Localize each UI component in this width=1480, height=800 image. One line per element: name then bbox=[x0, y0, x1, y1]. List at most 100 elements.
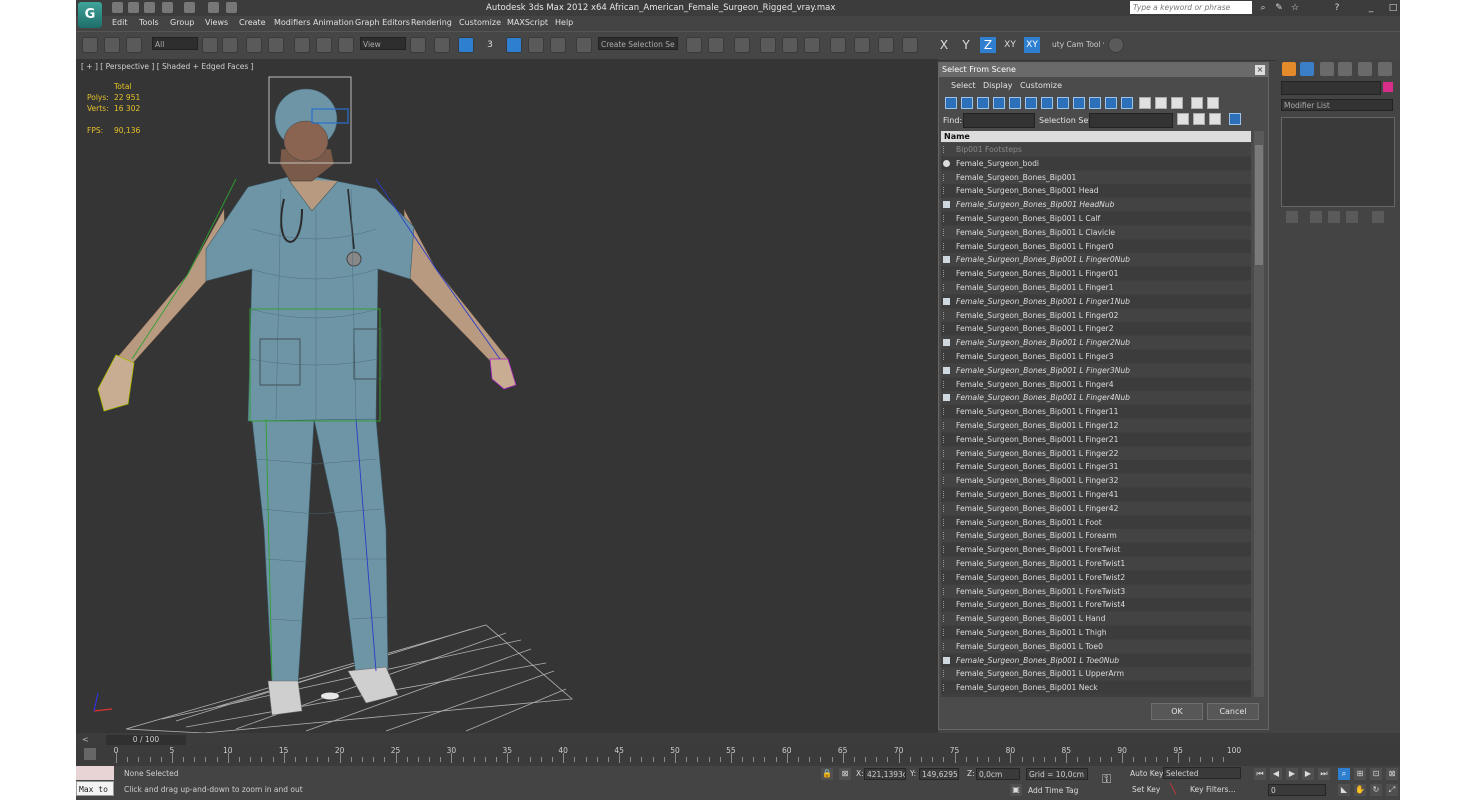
menu-animation[interactable]: Animation bbox=[313, 18, 354, 27]
new-file-icon[interactable] bbox=[112, 2, 123, 13]
pin-stack-icon[interactable] bbox=[1286, 211, 1298, 223]
list-scrollbar[interactable] bbox=[1254, 131, 1264, 697]
link-icon[interactable] bbox=[82, 37, 98, 53]
list-item[interactable]: Female_Surgeon_Bones_Bip001 L Finger4 bbox=[941, 377, 1251, 391]
slider-prev-icon[interactable]: < bbox=[82, 735, 89, 744]
z-coord-field[interactable]: 0,0cm bbox=[976, 768, 1020, 780]
schematic-view-icon[interactable] bbox=[804, 37, 820, 53]
find-input[interactable] bbox=[963, 113, 1035, 128]
key-filters-button[interactable]: Key Filters... bbox=[1190, 785, 1236, 794]
list-item[interactable]: Female_Surgeon_Bones_Bip001 L Toe0Nub bbox=[941, 653, 1251, 667]
x-coord-field[interactable]: 421,1393c bbox=[864, 768, 906, 780]
list-item[interactable]: Female_Surgeon_Bones_Bip001 L Finger0 bbox=[941, 239, 1251, 253]
set-key-icon[interactable]: ⚿ bbox=[1102, 772, 1111, 787]
dialog-menu-select[interactable]: Select bbox=[951, 81, 976, 90]
hierarchy-tab-icon[interactable] bbox=[1320, 62, 1334, 76]
cam-tool-button[interactable]: uty Cam Tool v bbox=[1052, 37, 1104, 53]
list-item[interactable]: Female_Surgeon_Bones_Bip001 L Finger4Nub bbox=[941, 391, 1251, 405]
axis-z-button[interactable]: Z bbox=[980, 37, 996, 53]
absolute-mode-icon[interactable]: ⊠ bbox=[839, 768, 851, 780]
filter-xrefs-icon[interactable] bbox=[1057, 97, 1069, 109]
perspective-viewport[interactable]: [ + ] [ Perspective ] [ Shaded + Edged F… bbox=[76, 59, 938, 733]
list-item[interactable]: Female_Surgeon_Bones_Bip001 HeadNub bbox=[941, 198, 1251, 212]
selection-lock-icon[interactable]: 🔒 bbox=[821, 768, 833, 780]
time-slider[interactable]: < > bbox=[76, 733, 1400, 745]
pivot-center-icon[interactable] bbox=[410, 37, 426, 53]
go-to-start-icon[interactable]: ⏮ bbox=[1254, 768, 1266, 780]
filter-cameras-icon[interactable] bbox=[993, 97, 1005, 109]
list-item[interactable]: Female_Surgeon_Bones_Bip001 L Finger02 bbox=[941, 308, 1251, 322]
list-item[interactable]: Female_Surgeon_Bones_Bip001 L ForeTwist1 bbox=[941, 557, 1251, 570]
list-item[interactable]: Female_Surgeon_Bones_Bip001 L Finger3 bbox=[941, 350, 1251, 363]
current-frame-field[interactable]: 0 bbox=[1268, 784, 1326, 796]
menu-help[interactable]: Help bbox=[555, 18, 573, 27]
bind-space-warp-icon[interactable] bbox=[126, 37, 142, 53]
menu-maxscript[interactable]: MAXScript bbox=[507, 18, 548, 27]
filter-groups-icon[interactable] bbox=[1041, 97, 1053, 109]
axis-xy-cycle-button[interactable]: XY bbox=[1024, 37, 1040, 53]
binoculars-icon[interactable]: ⌕ bbox=[1258, 3, 1268, 13]
window-crossing-icon[interactable] bbox=[268, 37, 284, 53]
rotate-icon[interactable] bbox=[316, 37, 332, 53]
track-bar[interactable]: 0 5 10 15 20 25 30 35 40 45 50 55 60 65 70 75 80 85 90 95 10… bbox=[76, 745, 1400, 766]
column-header-name[interactable]: Name bbox=[941, 131, 1251, 142]
list-item[interactable]: Female_Surgeon_Bones_Bip001 L Finger42 bbox=[941, 501, 1251, 515]
axis-x-button[interactable]: X bbox=[936, 37, 952, 53]
axis-xy-button[interactable]: XY bbox=[1002, 37, 1018, 53]
named-selection-dropdown[interactable]: Create Selection Se bbox=[598, 37, 678, 50]
list-item[interactable]: Female_Surgeon_Bones_Bip001 L Finger11 bbox=[941, 405, 1251, 419]
list-item[interactable]: Female_Surgeon_Bones_Bip001 L ForeTwist bbox=[941, 543, 1251, 557]
render-production-icon[interactable] bbox=[902, 37, 918, 53]
more-icon[interactable] bbox=[226, 2, 237, 13]
key-mode-dropdown[interactable]: Selected bbox=[1163, 767, 1241, 779]
zoom-extents-all-icon[interactable]: ⊠ bbox=[1386, 768, 1398, 780]
zoom-all-icon[interactable]: ⊞ bbox=[1354, 768, 1366, 780]
maxscript-listener-input[interactable]: Max to bbox=[76, 781, 114, 796]
select-none-icon[interactable] bbox=[1155, 97, 1167, 109]
sel-set-add-icon[interactable] bbox=[1177, 113, 1189, 125]
select-object-icon[interactable] bbox=[202, 37, 218, 53]
list-item[interactable]: Female_Surgeon_Bones_Bip001 L Hand bbox=[941, 612, 1251, 626]
filter-frozen-icon[interactable] bbox=[1105, 97, 1117, 109]
curve-editor-icon[interactable] bbox=[782, 37, 798, 53]
list-item[interactable]: Female_Surgeon_Bones_Bip001 L Finger2Nub bbox=[941, 336, 1251, 350]
edit-named-selection-icon[interactable] bbox=[576, 37, 592, 53]
scene-object-list[interactable]: Bip001 Footsteps Female_Surgeon_bodi Femal… bbox=[941, 143, 1251, 697]
time-tag-icon[interactable]: ▣ bbox=[1010, 784, 1022, 796]
zoom-extents-icon[interactable]: ⊡ bbox=[1370, 768, 1382, 780]
rect-selection-icon[interactable] bbox=[246, 37, 262, 53]
star-icon[interactable]: ☆ bbox=[1290, 3, 1300, 13]
menu-group[interactable]: Group bbox=[170, 18, 194, 27]
select-by-name-icon[interactable] bbox=[222, 37, 238, 53]
go-to-end-icon[interactable]: ⏭ bbox=[1318, 768, 1330, 780]
y-coord-field[interactable]: 149,6295c bbox=[919, 768, 959, 780]
make-unique-icon[interactable] bbox=[1328, 211, 1340, 223]
configure-modifier-sets-icon[interactable] bbox=[1372, 211, 1384, 223]
list-item[interactable]: Female_Surgeon_Bones_Bip001 L Finger1Nub bbox=[941, 294, 1251, 308]
menu-graph-editors[interactable]: Graph Editors bbox=[355, 18, 410, 27]
dialog-menu-customize[interactable]: Customize bbox=[1020, 81, 1062, 90]
cancel-button[interactable]: Cancel bbox=[1207, 703, 1259, 720]
filter-lights-icon[interactable] bbox=[977, 97, 989, 109]
wrench-icon[interactable]: ✎ bbox=[1274, 3, 1284, 13]
object-name-field[interactable] bbox=[1281, 81, 1381, 95]
list-item[interactable]: Female_Surgeon_Bones_Bip001 L Finger21 bbox=[941, 432, 1251, 446]
list-item[interactable]: Female_Surgeon_Bones_Bip001 L Toe0 bbox=[941, 639, 1251, 653]
maximize-viewport-icon[interactable]: ⤢ bbox=[1386, 784, 1398, 796]
close-icon[interactable]: × bbox=[1255, 65, 1265, 75]
render-setup-icon[interactable] bbox=[854, 37, 870, 53]
select-manipulate-icon[interactable] bbox=[434, 37, 450, 53]
list-item[interactable]: Female_Surgeon_bodi bbox=[941, 156, 1251, 170]
filter-funnel-icon[interactable] bbox=[1191, 97, 1203, 109]
undo-icon[interactable] bbox=[162, 2, 173, 13]
help-icon[interactable]: ? bbox=[1332, 3, 1342, 13]
pan-icon[interactable]: ✋ bbox=[1354, 784, 1366, 796]
play-icon[interactable]: ▶ bbox=[1286, 768, 1298, 780]
project-folder-icon[interactable] bbox=[208, 2, 219, 13]
unlink-icon[interactable] bbox=[104, 37, 120, 53]
list-item[interactable]: Female_Surgeon_Bones_Bip001 bbox=[941, 170, 1251, 184]
angle-snap-icon[interactable] bbox=[506, 37, 522, 53]
object-color-swatch[interactable] bbox=[1383, 82, 1393, 92]
list-item[interactable]: Female_Surgeon_Bones_Bip001 L ForeTwist3 bbox=[941, 584, 1251, 598]
ref-coord-dropdown[interactable]: View bbox=[360, 37, 406, 50]
